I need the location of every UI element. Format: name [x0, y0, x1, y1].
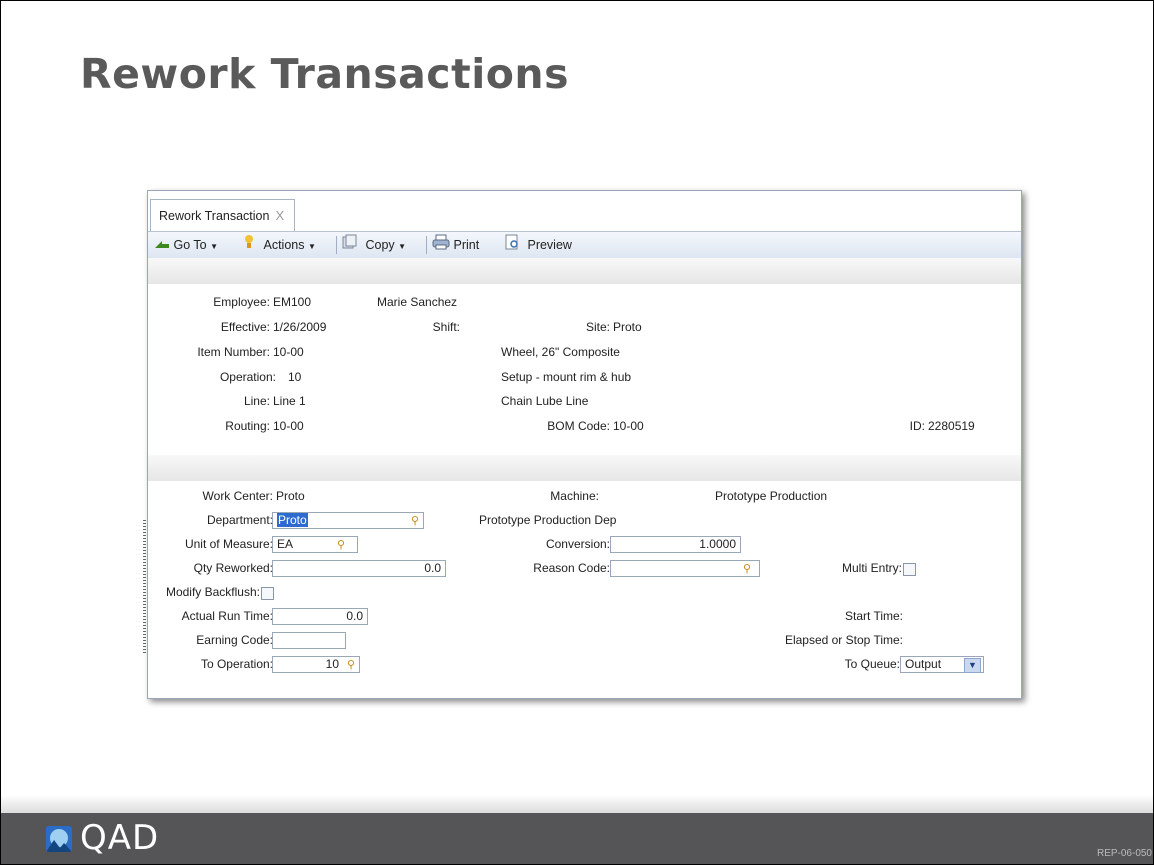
elapsed-stop-time-label: Elapsed or Stop Time: — [784, 633, 903, 647]
routing-value: 10-00 — [273, 419, 304, 433]
to-queue-value: Output — [905, 657, 942, 671]
start-time-label: Start Time: — [844, 609, 903, 623]
lookup-icon[interactable]: ⚲ — [743, 562, 751, 577]
department-value: Proto — [277, 513, 308, 527]
earning-code-label: Earning Code: — [196, 633, 273, 647]
toolbar-divider — [426, 236, 427, 254]
chevron-down-icon: ▼ — [398, 242, 407, 251]
goto-label: Go To — [173, 238, 207, 252]
site-label: Site: — [585, 320, 610, 334]
bom-code-value: 10-00 — [613, 419, 644, 433]
toolbar-divider — [336, 236, 337, 254]
id-label: ID: — [909, 419, 925, 433]
preview-button[interactable]: Preview — [504, 232, 572, 258]
slide-title: Rework Transactions — [80, 50, 570, 98]
department-label: Department: — [206, 513, 273, 527]
conversion-field[interactable]: 1.0000 — [610, 536, 741, 553]
qad-brand: QAD — [80, 818, 160, 858]
close-icon[interactable]: X — [275, 208, 284, 223]
goto-button[interactable]: Go To ▼ — [154, 232, 218, 258]
printer-icon — [432, 233, 450, 259]
preview-label: Preview — [527, 238, 572, 252]
multi-entry-label: Multi Entry: — [841, 561, 902, 575]
print-button[interactable]: Print — [432, 232, 479, 258]
item-number-value: 10-00 — [273, 345, 304, 359]
line-description: Chain Lube Line — [501, 394, 589, 408]
line-label: Line: — [243, 394, 270, 408]
lookup-icon[interactable]: ⚲ — [337, 538, 345, 553]
chevron-down-icon[interactable]: ▼ — [964, 658, 981, 673]
employee-label: Employee: — [213, 295, 270, 309]
shift-label: Shift: — [432, 320, 460, 334]
tab-rework-transaction[interactable]: Rework Transaction X — [150, 199, 296, 231]
line-value: Line 1 — [273, 394, 306, 408]
work-center-value: Proto — [276, 489, 305, 503]
lookup-icon[interactable]: ⚲ — [347, 658, 355, 673]
tab-bar: Rework Transaction X — [148, 191, 1021, 231]
to-operation-value: 10 — [325, 657, 339, 671]
footer-fade — [1, 795, 1153, 813]
effective-value: 1/26/2009 — [273, 320, 327, 334]
multi-entry-checkbox[interactable] — [903, 563, 916, 576]
reason-code-field[interactable]: ⚲ — [610, 560, 760, 577]
operation-description: Setup - mount rim & hub — [501, 370, 632, 384]
actions-label: Actions — [263, 238, 305, 252]
conversion-label: Conversion: — [545, 537, 610, 551]
department-description: Prototype Production Dep — [479, 513, 617, 527]
lightbulb-icon — [244, 233, 254, 259]
reason-code-label: Reason Code: — [533, 561, 610, 575]
to-operation-label: To Operation: — [200, 657, 273, 671]
routing-label: Routing: — [225, 419, 270, 433]
unit-of-measure-label: Unit of Measure: — [184, 537, 273, 551]
goto-arrow-icon — [154, 233, 170, 259]
to-queue-label: To Queue: — [844, 657, 900, 671]
employee-value: EM100 — [273, 295, 312, 309]
earning-code-field[interactable] — [272, 632, 346, 649]
print-label: Print — [453, 238, 480, 252]
item-number-label: Item Number: — [197, 345, 270, 359]
qty-reworked-field[interactable]: 0.0 — [272, 560, 446, 577]
preview-icon — [504, 233, 520, 259]
id-value: 2280519 — [928, 419, 975, 433]
copy-button[interactable]: Copy ▼ — [342, 232, 406, 258]
copy-label: Copy — [365, 238, 395, 252]
qad-logo-icon — [46, 826, 72, 852]
modify-backflush-label: Modify Backflush: — [165, 585, 260, 599]
unit-of-measure-value: EA — [277, 537, 294, 551]
chevron-down-icon: ▼ — [210, 242, 219, 251]
work-center-label: Work Center: — [202, 489, 273, 503]
toolbar: Go To ▼ Actions ▼ Copy ▼ Print Preview — [148, 231, 1021, 259]
footer-bar — [1, 813, 1153, 864]
chevron-down-icon: ▼ — [307, 242, 316, 251]
actual-run-time-label: Actual Run Time: — [181, 609, 273, 623]
to-queue-select[interactable]: Output ▼ — [900, 656, 984, 673]
actual-run-time-field[interactable]: 0.0 — [272, 608, 368, 625]
lookup-icon[interactable]: ⚲ — [411, 514, 419, 529]
rework-window: Rework Transaction X Go To ▼ Actions ▼ Co… — [147, 190, 1022, 699]
machine-label: Machine: — [550, 489, 599, 503]
site-value: Proto — [613, 320, 642, 334]
tab-label: Rework Transaction — [159, 209, 270, 223]
unit-of-measure-field[interactable]: EA ⚲ — [272, 536, 358, 553]
section-band-header — [148, 258, 1021, 284]
qty-reworked-label: Qty Reworked: — [193, 561, 273, 575]
department-field[interactable]: Proto ⚲ — [272, 512, 424, 529]
modify-backflush-checkbox[interactable] — [261, 587, 274, 600]
splitter-handle[interactable] — [143, 520, 146, 655]
section-band-detail — [148, 455, 1021, 481]
copy-icon — [342, 233, 358, 259]
machine-description: Prototype Production — [715, 489, 828, 503]
actions-button[interactable]: Actions ▼ — [244, 232, 316, 258]
operation-label: Operation: — [219, 370, 276, 384]
employee-name: Marie Sanchez — [377, 295, 458, 309]
item-description: Wheel, 26" Composite — [501, 345, 620, 359]
effective-label: Effective: — [220, 320, 270, 334]
slide-code: REP-06-050 — [1096, 848, 1152, 859]
to-operation-field[interactable]: 10 ⚲ — [272, 656, 360, 673]
operation-value: 10 — [288, 370, 302, 384]
bom-code-label: BOM Code: — [547, 419, 610, 433]
